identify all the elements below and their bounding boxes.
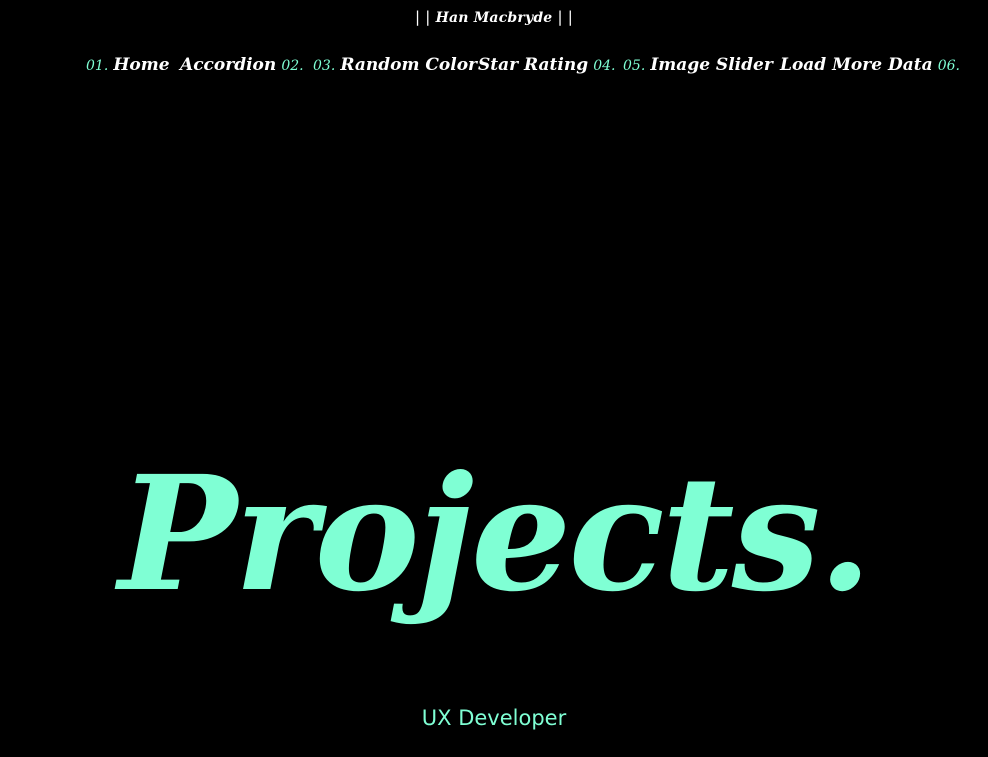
nav-item-number: 06. bbox=[937, 58, 960, 74]
brand-right-divider: | | bbox=[557, 8, 573, 26]
hero-title: Projects. bbox=[118, 442, 872, 627]
hero-subtitle: UX Developer bbox=[421, 706, 567, 730]
nav-item-accordion[interactable]: Accordion 02. bbox=[180, 50, 304, 81]
main-navigation: 01. Home Accordion 02. 03. Random Color … bbox=[0, 50, 988, 82]
nav-item-number: 02. bbox=[281, 58, 304, 74]
nav-item-label[interactable]: Image Slider bbox=[650, 55, 772, 75]
nav-item-label[interactable]: Accordion bbox=[180, 55, 276, 75]
nav-item-label[interactable]: Random Color bbox=[340, 55, 477, 75]
nav-item-home[interactable]: 01. Home bbox=[86, 50, 170, 81]
nav-item-random-color[interactable]: 03. Random Color bbox=[313, 50, 477, 81]
nav-item-label[interactable]: Star Rating bbox=[478, 55, 588, 75]
nav-item-label[interactable]: Home bbox=[113, 55, 169, 75]
site-brand: | | Han Macbryde | | bbox=[0, 6, 988, 29]
brand-name[interactable]: Han Macbryde bbox=[436, 10, 553, 26]
nav-item-label[interactable]: Load More Data bbox=[780, 55, 933, 75]
brand-left-divider: | | bbox=[415, 8, 431, 26]
nav-item-number: 03. bbox=[313, 58, 336, 74]
nav-item-load-more-data[interactable]: Load More Data 06. bbox=[780, 50, 960, 81]
nav-item-number: 05. bbox=[623, 58, 646, 74]
nav-item-number: 01. bbox=[86, 58, 109, 74]
nav-item-star-rating[interactable]: Star Rating 04. bbox=[478, 50, 615, 81]
nav-item-number: 04. bbox=[593, 58, 616, 74]
nav-item-image-slider[interactable]: 05. Image Slider bbox=[623, 50, 773, 81]
